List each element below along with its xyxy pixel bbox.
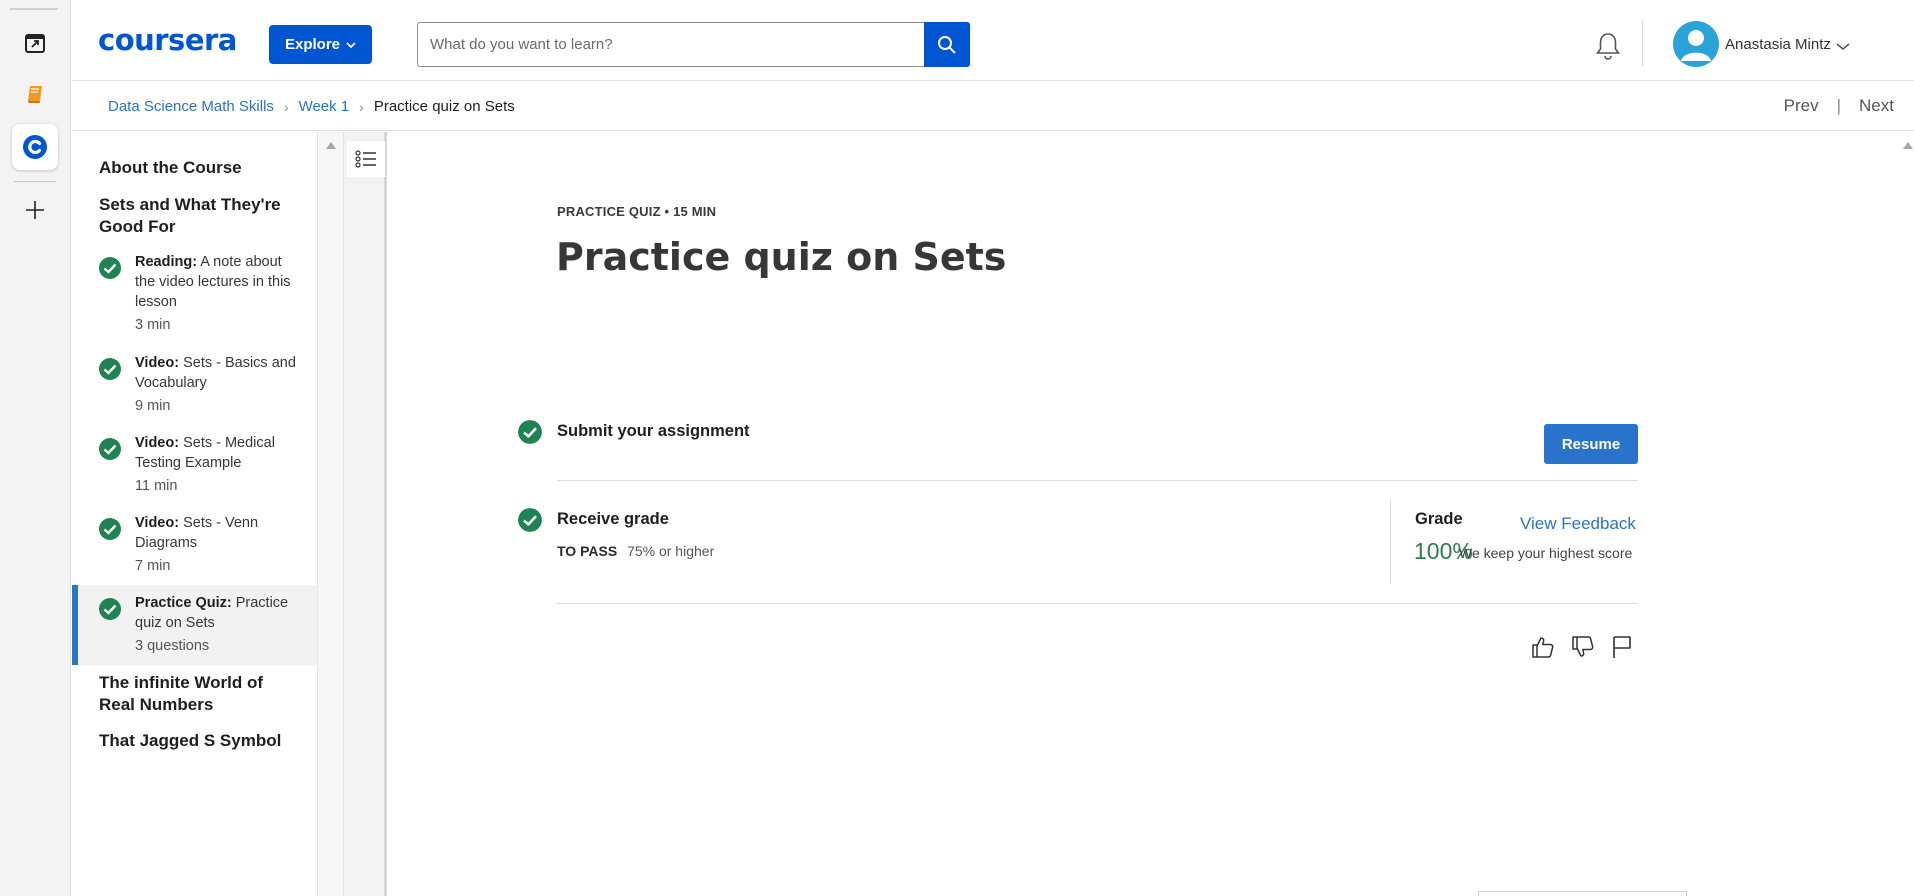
plus-icon[interactable] <box>12 187 58 233</box>
main-content: PRACTICE QUIZ • 15 MIN Practice quiz on … <box>390 132 1913 896</box>
top-header: coursera Explore Anastasia Mintz <box>72 0 1914 81</box>
notifications-bell-icon[interactable] <box>1594 31 1622 66</box>
view-feedback-link[interactable]: View Feedback <box>1520 514 1636 534</box>
divider <box>557 480 1638 481</box>
item-meta: 7 min <box>135 558 171 574</box>
sidebar-item-video-medical[interactable]: Video: Sets - Medical Testing Example 11… <box>72 433 317 496</box>
sidebar-item-video-venn[interactable]: Video: Sets - Venn Diagrams 7 min <box>72 513 317 576</box>
search-input[interactable] <box>418 23 923 66</box>
coursera-logo[interactable]: coursera <box>98 23 237 57</box>
item-meta: 3 min <box>135 317 171 333</box>
item-kicker: PRACTICE QUIZ • 15 MIN <box>557 204 717 219</box>
explore-label: Explore <box>284 36 341 53</box>
item-meta: 9 min <box>135 398 171 414</box>
sidebar-item-text: Reading: A note about the video lectures… <box>135 252 305 335</box>
bottom-panel-edge <box>1478 891 1687 896</box>
course-sidebar: About the Course Sets and What They're G… <box>72 132 317 896</box>
explore-button[interactable]: Explore <box>269 25 372 64</box>
highest-score-note: We keep your highest score <box>1459 545 1633 561</box>
feedback-icons <box>1530 634 1634 660</box>
sidebar-item-practice-quiz[interactable]: Practice Quiz: Practice quiz on Sets 3 q… <box>72 585 317 665</box>
sidebar-item-text: Video: Sets - Venn Diagrams 7 min <box>135 513 305 576</box>
breadcrumb-course[interactable]: Data Science Math Skills <box>108 98 274 115</box>
receive-grade-label: Receive grade <box>557 510 669 528</box>
active-indicator <box>72 585 78 665</box>
sidebar-section-sets[interactable]: Sets and What They're Good For <box>99 194 299 238</box>
breadcrumb-bar: Data Science Math Skills › Week 1 › Prac… <box>72 81 1914 131</box>
list-icon <box>355 150 376 168</box>
item-meta: 3 questions <box>135 638 210 654</box>
scroll-up-arrow-icon[interactable] <box>1903 142 1913 149</box>
breadcrumb: Data Science Math Skills › Week 1 › Prac… <box>108 98 515 115</box>
sidebar-scrollbar[interactable] <box>317 132 343 896</box>
page-title: Practice quiz on Sets <box>556 235 1007 279</box>
chevron-down-icon <box>346 41 356 48</box>
submit-assignment-label: Submit your assignment <box>557 422 750 440</box>
chevron-down-icon[interactable] <box>1836 38 1850 56</box>
nav-separator: | <box>1836 96 1842 115</box>
thumbs-down-icon[interactable] <box>1570 634 1596 660</box>
strip-separator <box>14 181 56 182</box>
coursera-icon[interactable] <box>12 124 58 170</box>
search-button[interactable] <box>924 22 970 67</box>
check-circle-icon <box>99 438 121 460</box>
item-type: Video: <box>135 355 180 371</box>
header-divider <box>1642 20 1643 66</box>
check-circle-icon <box>99 518 121 540</box>
sidebar-section-jagged-s[interactable]: That Jagged S Symbol <box>99 730 299 752</box>
item-type: Practice Quiz: <box>135 595 232 611</box>
item-type: Reading: <box>135 254 198 270</box>
sidebar-section-real-numbers[interactable]: The infinite World of Real Numbers <box>99 672 299 716</box>
thumbs-up-icon[interactable] <box>1530 634 1556 660</box>
sidebar-item-text: Practice Quiz: Practice quiz on Sets 3 q… <box>135 593 305 656</box>
check-circle-icon <box>99 358 121 380</box>
prev-next-nav: Prev | Next <box>1784 96 1894 116</box>
toc-toggle-button[interactable] <box>347 141 385 177</box>
item-type: Video: <box>135 435 180 451</box>
check-circle-icon <box>518 420 542 444</box>
resume-button[interactable]: Resume <box>1544 424 1638 464</box>
user-name[interactable]: Anastasia Mintz <box>1725 36 1831 53</box>
item-type: Video: <box>135 515 180 531</box>
to-pass-requirement: TO PASS 75% or higher <box>557 543 714 559</box>
search-box <box>417 22 970 67</box>
to-pass-value: 75% or higher <box>627 543 715 559</box>
prev-link[interactable]: Prev <box>1784 96 1819 116</box>
divider <box>557 603 1638 604</box>
sidebar-item-video-basics[interactable]: Video: Sets - Basics and Vocabulary 9 mi… <box>72 353 317 416</box>
toc-rail <box>343 132 387 896</box>
search-icon <box>938 35 956 54</box>
sidebar-item-reading[interactable]: Reading: A note about the video lectures… <box>72 252 317 338</box>
grade-label: Grade <box>1415 510 1463 528</box>
grade-divider <box>1390 500 1391 584</box>
item-meta: 11 min <box>135 478 178 494</box>
scroll-up-arrow-icon[interactable] <box>326 142 336 149</box>
sidebar-section-about[interactable]: About the Course <box>99 157 299 179</box>
check-circle-icon <box>99 598 121 620</box>
sidebar-item-text: Video: Sets - Medical Testing Example 11… <box>135 433 305 496</box>
chevron-right-icon: › <box>359 98 364 115</box>
calendar-icon[interactable] <box>12 20 58 66</box>
breadcrumb-week[interactable]: Week 1 <box>299 98 350 115</box>
strip-divider <box>10 8 58 10</box>
check-circle-icon <box>518 508 542 532</box>
app-strip <box>0 0 71 896</box>
chevron-right-icon: › <box>283 98 289 115</box>
avatar[interactable] <box>1673 21 1719 67</box>
next-link[interactable]: Next <box>1859 96 1894 116</box>
breadcrumb-current: Practice quiz on Sets <box>373 98 515 115</box>
book-icon[interactable] <box>12 71 58 117</box>
flag-icon[interactable] <box>1610 634 1634 660</box>
to-pass-label: TO PASS <box>557 543 618 559</box>
check-circle-icon <box>99 257 121 279</box>
sidebar-item-text: Video: Sets - Basics and Vocabulary 9 mi… <box>135 353 305 416</box>
